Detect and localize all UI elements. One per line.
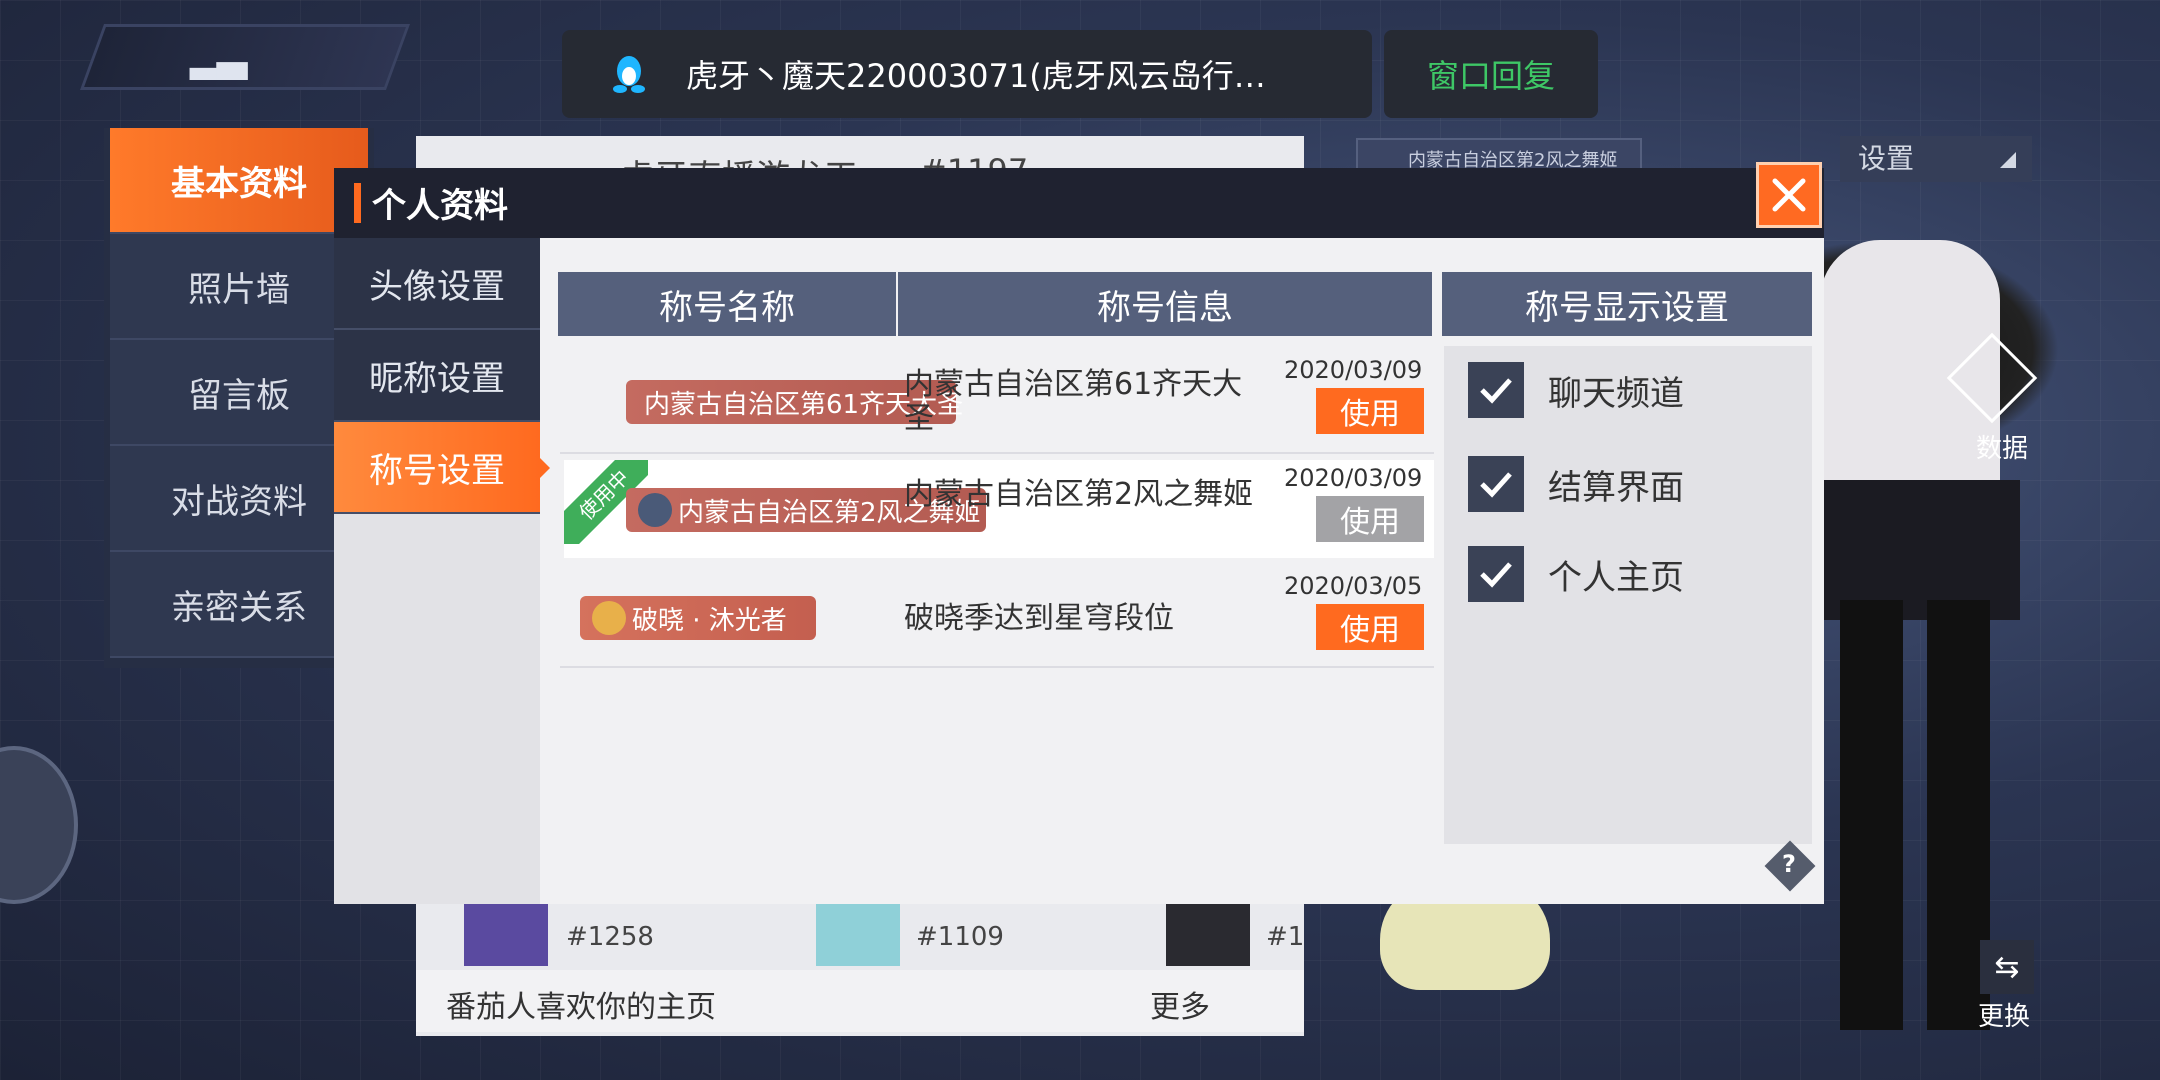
qq-penguin-icon <box>613 56 645 93</box>
title-info: 内蒙古自治区第61齐天大圣 <box>904 367 1243 436</box>
header-title-info: 称号信息 <box>898 272 1432 336</box>
friend-avatar[interactable] <box>1166 900 1250 966</box>
notification-bar[interactable]: 虎牙丶魔天220003071(虎牙风云岛行… <box>562 30 1372 118</box>
more-link[interactable]: 更多 <box>1150 982 1210 1026</box>
friend-id: #1 <box>1266 922 1305 952</box>
left-tab-battle-data[interactable]: 对战资料 <box>110 446 368 552</box>
character-legs <box>1840 600 1990 1030</box>
use-title-button[interactable]: 使用 <box>1316 604 1424 650</box>
header-display-settings: 称号显示设置 <box>1442 272 1812 336</box>
left-tab-basic-info[interactable]: 基本资料 <box>110 128 368 234</box>
checkbox-chat-channel[interactable] <box>1468 362 1524 418</box>
data-label: 数据 <box>1976 434 2029 464</box>
checkbox-personal-page[interactable] <box>1468 546 1524 602</box>
game-logo-icon: ▂▃ <box>190 34 248 80</box>
left-tab-photo-wall[interactable]: 照片墙 <box>110 234 368 340</box>
use-title-button[interactable]: 使用 <box>1316 496 1424 542</box>
checkmark-icon <box>1480 472 1512 498</box>
title-date: 2020/03/09 <box>1284 464 1423 492</box>
notification-text: 虎牙丶魔天220003071(虎牙风云岛行… <box>686 57 1266 95</box>
tab-avatar-settings[interactable]: 头像设置 <box>334 238 540 330</box>
row-divider <box>560 452 1434 454</box>
swap-icon[interactable]: ⇆ <box>1980 940 2034 994</box>
checkmark-icon <box>1480 562 1512 588</box>
title-info: 内蒙古自治区第2风之舞姬 <box>904 477 1254 512</box>
modal-header-accent <box>354 183 361 223</box>
help-icon: ? <box>1782 850 1796 878</box>
checkmark-icon <box>1480 378 1512 404</box>
checkbox-label: 个人主页 <box>1548 558 1684 598</box>
friend-id: #1109 <box>916 922 1004 952</box>
checkbox-label: 聊天频道 <box>1548 374 1684 414</box>
dropdown-arrow-icon <box>2000 152 2016 168</box>
tab-title-settings[interactable]: 称号设置 <box>334 422 540 514</box>
row-divider <box>560 666 1434 668</box>
title-date: 2020/03/05 <box>1284 572 1423 600</box>
close-button[interactable] <box>1756 162 1822 228</box>
left-tab-relationship[interactable]: 亲密关系 <box>110 552 368 658</box>
wing-badge-icon <box>638 493 672 527</box>
window-reply-button[interactable]: 窗口回复 <box>1384 30 1598 118</box>
modal-header <box>334 168 1824 238</box>
checkbox-label: 结算界面 <box>1548 468 1684 508</box>
friend-id: #1258 <box>566 922 654 952</box>
friend-avatar[interactable] <box>816 900 900 966</box>
modal-title: 个人资料 <box>372 186 508 226</box>
likes-text: 番茄人喜欢你的主页 <box>446 990 716 1025</box>
title-info: 破晓季达到星穹段位 <box>904 601 1174 636</box>
tab-nickname-settings[interactable]: 昵称设置 <box>334 330 540 422</box>
friend-avatar[interactable] <box>464 900 548 966</box>
sun-badge-icon <box>592 601 626 635</box>
left-tab-message-board[interactable]: 留言板 <box>110 340 368 446</box>
use-title-button[interactable]: 使用 <box>1316 388 1424 434</box>
close-icon <box>1772 178 1806 212</box>
title-chip: 破晓 · 沐光者 <box>580 596 816 640</box>
character-skirt <box>1820 480 2020 620</box>
header-title-name: 称号名称 <box>558 272 896 336</box>
title-date: 2020/03/09 <box>1284 356 1423 384</box>
active-tab-pointer <box>540 458 550 478</box>
swap-label: 更换 <box>1978 1002 2031 1032</box>
checkbox-settlement-screen[interactable] <box>1468 456 1524 512</box>
